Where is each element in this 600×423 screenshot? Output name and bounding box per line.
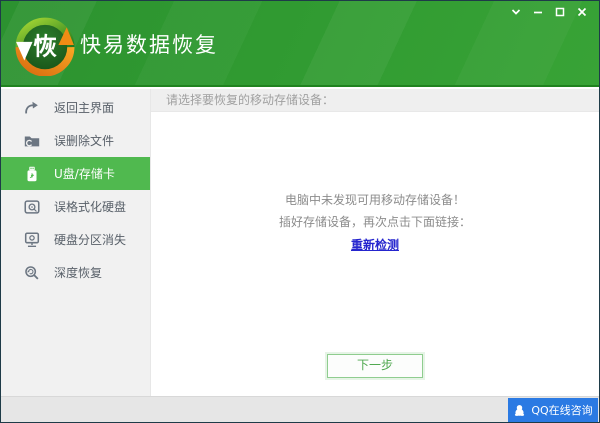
retry-detect-link[interactable]: 重新检测 bbox=[351, 236, 399, 253]
qq-button-label: QQ在线咨询 bbox=[531, 404, 593, 417]
deep-scan-icon bbox=[23, 264, 41, 282]
message-line-2: 插好存储设备，再次点击下面链接： bbox=[278, 215, 471, 229]
sidebar-item-label: U盘/存储卡 bbox=[54, 167, 115, 181]
disk-partition-icon bbox=[23, 231, 41, 249]
sidebar-item-usb-storage[interactable]: U盘/存储卡 bbox=[1, 157, 150, 190]
app-title: 快易数据恢复 bbox=[80, 33, 218, 57]
return-arrow-icon bbox=[23, 99, 41, 117]
qq-penguin-icon bbox=[513, 404, 526, 417]
sidebar-item-label: 返回主界面 bbox=[54, 101, 115, 115]
sidebar-item-return-home[interactable]: 返回主界面 bbox=[1, 91, 150, 124]
folder-icon bbox=[23, 132, 41, 150]
main-content: 请选择要恢复的移动存储设备： 电脑中未发现可用移动存储设备！ 插好存储设备，再次… bbox=[151, 89, 599, 396]
content-strip-title: 请选择要恢复的移动存储设备： bbox=[151, 89, 599, 112]
sidebar-item-label: 误删除文件 bbox=[54, 134, 115, 148]
app-window: 恢 快易数据恢复 返回主界面 误删除文件 U盘/存储卡 误格式化硬盘 硬盘分区消… bbox=[0, 0, 600, 423]
window-controls bbox=[509, 5, 589, 19]
sidebar: 返回主界面 误删除文件 U盘/存储卡 误格式化硬盘 硬盘分区消失 深度恢复 bbox=[1, 89, 151, 396]
hard-disk-icon bbox=[23, 198, 41, 216]
sidebar-item-deep-recovery[interactable]: 深度恢复 bbox=[1, 256, 150, 289]
sidebar-item-deleted-files[interactable]: 误删除文件 bbox=[1, 124, 150, 157]
svg-text:恢: 恢 bbox=[33, 32, 57, 60]
no-device-message: 电脑中未发现可用移动存储设备！ 插好存储设备，再次点击下面链接： 重新检测 bbox=[151, 189, 599, 253]
close-icon[interactable] bbox=[575, 5, 589, 19]
message-line-1: 电脑中未发现可用移动存储设备！ bbox=[284, 193, 465, 207]
minimize-icon[interactable] bbox=[531, 5, 545, 19]
footer-bar: QQ在线咨询 bbox=[1, 396, 599, 422]
title-bar: 恢 快易数据恢复 bbox=[1, 1, 599, 87]
qq-consult-button[interactable]: QQ在线咨询 bbox=[508, 398, 598, 422]
sidebar-item-lost-partition[interactable]: 硬盘分区消失 bbox=[1, 223, 150, 256]
sidebar-item-label: 深度恢复 bbox=[54, 266, 103, 280]
usb-drive-icon bbox=[23, 165, 41, 183]
app-logo-icon: 恢 bbox=[14, 14, 76, 77]
chevron-down-icon[interactable] bbox=[509, 5, 523, 19]
sidebar-item-label: 硬盘分区消失 bbox=[54, 233, 127, 247]
sidebar-item-label: 误格式化硬盘 bbox=[54, 200, 127, 214]
next-step-button[interactable]: 下一步 bbox=[327, 354, 423, 378]
maximize-icon[interactable] bbox=[553, 5, 567, 19]
sidebar-item-formatted-disk[interactable]: 误格式化硬盘 bbox=[1, 190, 150, 223]
